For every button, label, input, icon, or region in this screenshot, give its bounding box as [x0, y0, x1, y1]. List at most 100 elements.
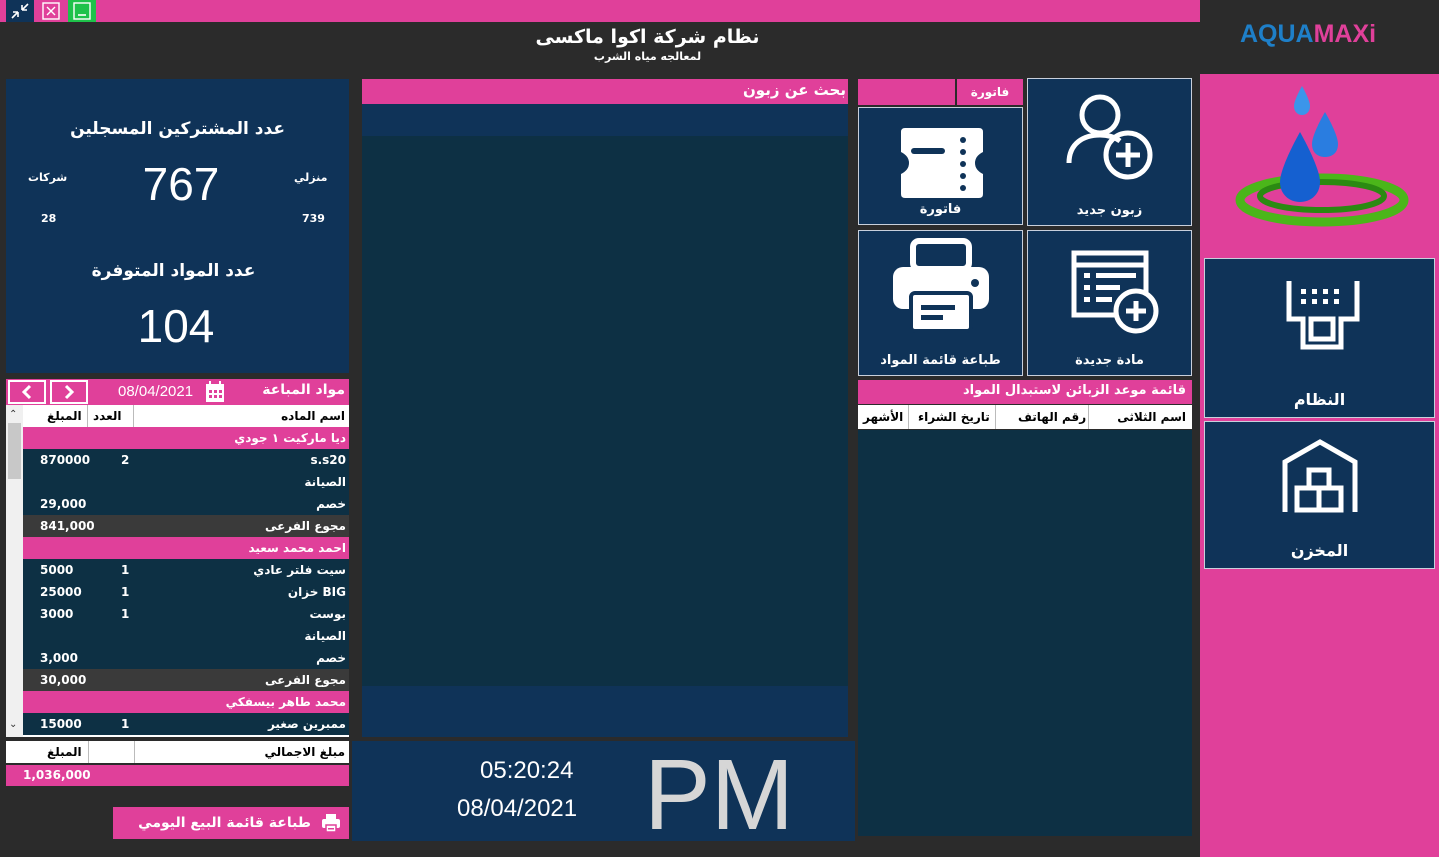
appointments-header: قائمة موعد الزبائن لاستبدال المواد [858, 380, 1192, 404]
subscribers-total: 767 [142, 158, 220, 210]
col-full-name: اسم الثلاثى [1117, 410, 1186, 424]
close-button[interactable] [38, 0, 64, 22]
next-day-button[interactable] [50, 380, 88, 404]
prev-day-button[interactable] [8, 380, 46, 404]
nav-store-label: المخزن [1290, 541, 1349, 560]
printer-icon [322, 814, 340, 833]
new-material-label: مادة جديدة [1075, 353, 1144, 368]
print-daily-button[interactable]: طباعة قائمة البيع اليومي [113, 807, 349, 839]
row-name: مجوع الفرعى [264, 673, 346, 687]
row-amount: 15000 [40, 717, 82, 731]
row-qty: 1 [121, 717, 130, 731]
total-label: مبلغ الاجمالي [264, 745, 346, 759]
new-customer-tile[interactable]: زبون جديد [1027, 78, 1192, 226]
minimize-button[interactable] [68, 0, 96, 22]
row-name: ديا ماركيت ١ جودي [234, 431, 346, 445]
row-amount: 25000 [40, 585, 82, 599]
row-qty: 1 [121, 607, 130, 621]
table-row[interactable]: خزان BIG 1 25000 [23, 581, 349, 603]
total-header: مبلغ الاجمالي المبلغ [6, 741, 349, 763]
table-row[interactable]: خصم 29,000 [23, 493, 349, 515]
row-qty: 1 [121, 563, 130, 577]
minimize-arrows-icon [11, 3, 29, 19]
table-row[interactable]: الصيانة [23, 625, 349, 647]
total-value-row: 1,036,000 [6, 765, 349, 786]
row-name: s.s20 [310, 453, 346, 467]
row-name: خصم [316, 651, 346, 665]
row-name: مجوع الفرعى [264, 519, 346, 533]
clock-date: 08/04/2021 [457, 795, 578, 822]
table-row[interactable]: سيت فلتر عادي 1 5000 [23, 559, 349, 581]
invoice-tile[interactable]: فاتورة [858, 107, 1023, 225]
home-label: منزلي [294, 171, 328, 184]
customer-group-row[interactable]: ديا ماركيت ١ جودي [23, 427, 349, 449]
add-list-icon [1071, 250, 1159, 334]
row-qty: 2 [121, 453, 130, 467]
col-purchase-date: تاريخ الشراء [918, 410, 990, 424]
new-material-tile[interactable]: مادة جديدة [1027, 230, 1192, 376]
total-value: 1,036,000 [23, 768, 91, 782]
row-amount: 5000 [40, 563, 74, 577]
scroll-up-icon[interactable]: ⌃ [9, 409, 17, 420]
row-amount: 3000 [40, 607, 74, 621]
appointments-columns: اسم الثلاثى رقم الهاتف تاريخ الشراء الأش… [858, 405, 1192, 429]
nav-system-label: النظام [1293, 390, 1346, 409]
app-title: نظام شركة اكوا ماكسى [535, 26, 760, 48]
ticket-icon [901, 128, 983, 198]
nav-system[interactable]: النظام [1204, 258, 1435, 418]
appointments-list[interactable] [858, 430, 1192, 836]
top-strip [0, 0, 1200, 22]
row-amount: 841,000 [40, 519, 95, 533]
sold-table[interactable]: اسم الماده العدد المبلغ ديا ماركيت ١ جود… [6, 405, 349, 737]
table-row[interactable]: بوست 1 3000 [23, 603, 349, 625]
clock-time: 05:20:24 [480, 757, 574, 784]
restore-button[interactable] [6, 0, 34, 22]
chevron-right-icon [64, 384, 75, 400]
row-name: ممبرين صغير [267, 717, 346, 731]
subtotal-row[interactable]: مجوع الفرعى 841,000 [23, 515, 349, 537]
stats-panel: عدد المشتركين المسجلين 767 شركات 28 منزل… [6, 79, 349, 373]
sold-date[interactable]: 08/04/2021 [118, 383, 193, 400]
table-row[interactable]: ممبرين صغير 1 15000 [23, 713, 349, 735]
col-months: الأشهر [863, 410, 904, 424]
print-materials-tile[interactable]: طباعة قائمة المواد [858, 230, 1023, 376]
sold-title: مواد المباعة [262, 382, 345, 398]
invoice-tab[interactable]: فاتورة [957, 79, 1023, 105]
row-name: سيت فلتر عادي [253, 563, 346, 577]
row-name: خزان BIG [287, 585, 346, 599]
clock-panel: 05:20:24 08/04/2021 PM [352, 741, 855, 841]
calendar-icon[interactable] [205, 381, 225, 407]
row-name: خصم [316, 497, 346, 511]
customer-group-row[interactable]: احمد محمد سعيد [23, 537, 349, 559]
row-name: الصيانة [304, 629, 346, 643]
col-qty: العدد [93, 409, 122, 423]
table-scrollbar[interactable]: ⌃ ⌄ [6, 405, 23, 737]
chevron-left-icon [21, 384, 32, 400]
customer-group-row[interactable]: محمد طاهر بيسفكي [23, 691, 349, 713]
home-count: 739 [302, 212, 325, 225]
table-row[interactable]: الصيانة [23, 471, 349, 493]
row-amount: 3,000 [40, 651, 78, 665]
scroll-thumb[interactable] [8, 423, 21, 479]
companies-count: 28 [41, 212, 57, 225]
printer-icon [893, 238, 989, 333]
row-name: محمد طاهر بيسفكي [225, 695, 346, 709]
materials-total: 104 [137, 300, 215, 352]
search-input[interactable] [362, 104, 848, 134]
table-row[interactable]: s.s20 2 870000 [23, 449, 349, 471]
subtotal-row[interactable]: مجوع الفرعى 30,000 [23, 669, 349, 691]
table-row[interactable]: خصم 3,000 [23, 647, 349, 669]
logo-maxi: MAXi [1313, 20, 1377, 48]
tile-tab-spacer [858, 79, 955, 105]
nav-store[interactable]: المخزن [1204, 421, 1435, 569]
scroll-down-icon[interactable]: ⌄ [9, 719, 17, 730]
logo-aqua: AQUA [1240, 20, 1314, 48]
clock-ampm: PM [644, 745, 794, 841]
search-results[interactable] [362, 136, 848, 686]
subscribers-label: عدد المشتركين المسجلين [70, 119, 285, 139]
search-label: بحث عن زبون [743, 81, 846, 99]
invoice-label: فاتورة [919, 202, 962, 217]
row-amount: 29,000 [40, 497, 87, 511]
print-materials-label: طباعة قائمة المواد [880, 353, 1001, 368]
add-user-icon [1066, 94, 1153, 180]
